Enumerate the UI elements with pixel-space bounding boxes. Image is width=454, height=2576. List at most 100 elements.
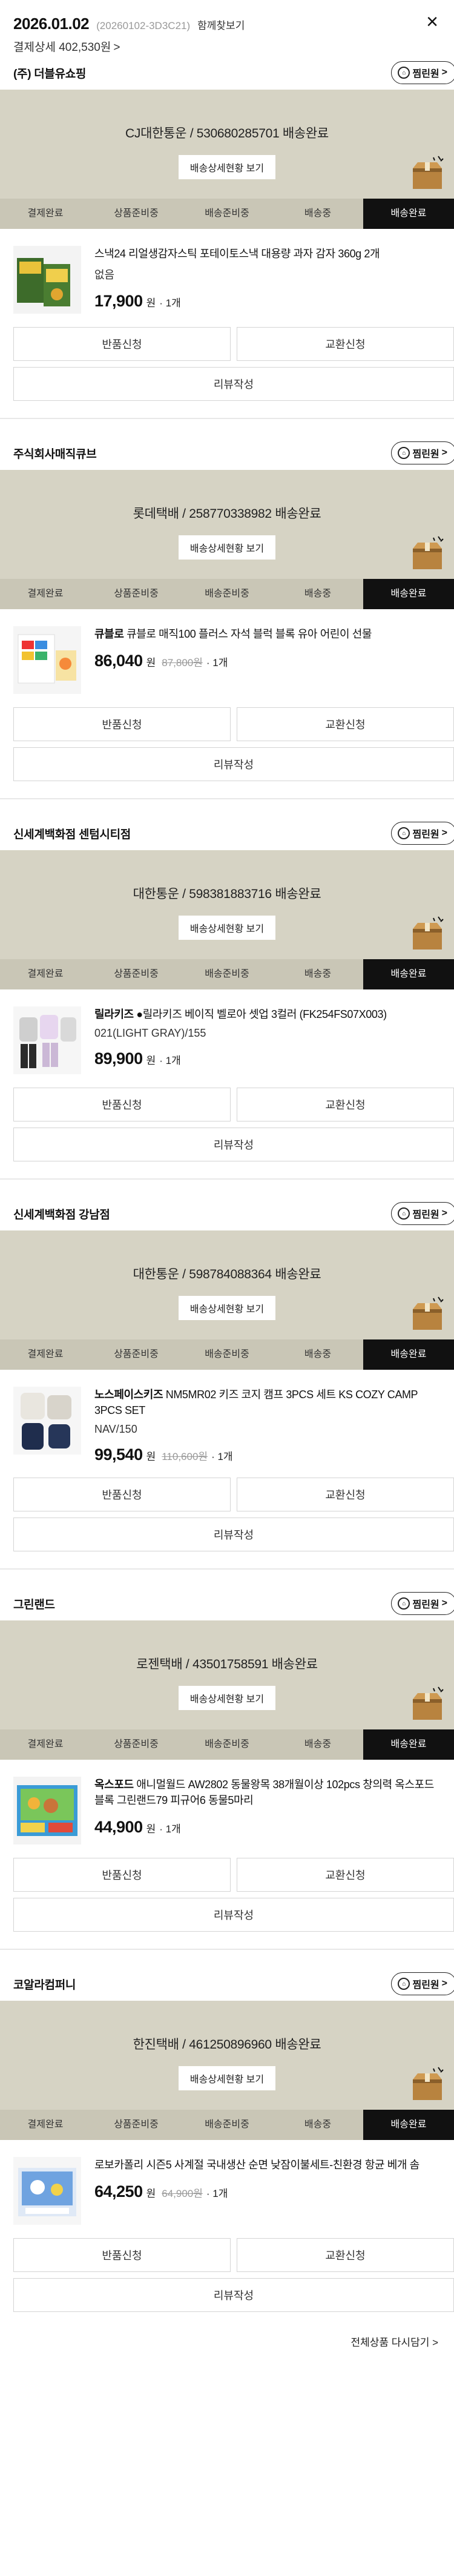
tracking-detail-button[interactable]: 배송상세현황 보기 [179, 916, 275, 940]
shipping-step: 배송중 [304, 589, 332, 599]
product-image[interactable] [13, 1006, 81, 1074]
return-request-button[interactable]: 반품신청 [13, 707, 231, 741]
store-home-button[interactable]: ⌂ 찜린원 > [391, 1592, 454, 1615]
shipping-step: 배송중 [304, 2119, 332, 2130]
shipping-status-box: 로젠택배 / 43501758591 배송완료 배송상세현황 보기 결제완료 상품… [0, 1620, 454, 1760]
shipping-step: 배송준비중 [205, 589, 249, 599]
store-header: 신세계백화점 센텀시티점 ⌂ 찜린원 > [0, 816, 454, 850]
product-title: 큐블로 매직100 플러스 자석 블럭 블록 유아 어린이 선물 [127, 628, 372, 640]
order-number: (20260102-3D3C21) [96, 20, 191, 31]
return-request-button[interactable]: 반품신청 [13, 327, 231, 361]
product-title: ●릴라키즈 베이직 벨로아 셋업 3컬러 (FK254FS07X003) [136, 1008, 387, 1020]
re-add-all-products-link[interactable]: 전체상품 다시담기 > [0, 2329, 454, 2362]
product-item[interactable]: 노스페이스키즈 NM5MR02 키즈 코지 캠프 3PCS 세트 KS COZY… [0, 1370, 454, 1478]
store-section: 그린랜드 ⌂ 찜린원 > 로젠택배 / 43501758591 배송완료 배송상… [0, 1587, 454, 1950]
product-brand: 옥스포드 [94, 1778, 134, 1791]
store-home-icon: ⌂ [398, 447, 410, 459]
product-image[interactable] [13, 2157, 81, 2225]
close-icon[interactable]: × [420, 11, 444, 35]
tracking-detail-button[interactable]: 배송상세현황 보기 [179, 535, 275, 560]
return-request-button[interactable]: 반품신청 [13, 1088, 231, 1121]
product-name: 로보카폴리 시즌5 사계절 국내생산 순면 낮잠이불세트-친환경 항균 베개 솜 [94, 2157, 441, 2173]
store-home-icon: ⌂ [398, 1597, 410, 1610]
product-title: 스낵24 리얼생감자스틱 포테이토스낵 대용량 과자 감자 360g 2개 [94, 248, 380, 260]
chevron-right-icon: > [441, 67, 447, 78]
product-price: 86,040 [94, 652, 143, 670]
exchange-request-button[interactable]: 교환신청 [237, 1478, 454, 1511]
product-quantity: · 1개 [211, 1451, 233, 1462]
store-button-label: 찜린원 [412, 1980, 439, 1990]
price-row: 86,040 원 87,800원 · 1개 [94, 652, 441, 670]
action-row: 반품신청 교환신청 [0, 2238, 454, 2272]
shipping-step: 상품준비중 [114, 208, 159, 219]
write-review-button[interactable]: 리뷰작성 [13, 747, 454, 781]
store-button-label: 찜린원 [412, 830, 439, 840]
store-home-button[interactable]: ⌂ 찜린원 > [391, 1972, 454, 1995]
store-home-button[interactable]: ⌂ 찜린원 > [391, 1202, 454, 1225]
original-price: 87,800원 [162, 657, 203, 669]
product-title: 로보카폴리 시즌5 사계절 국내생산 순면 낮잠이불세트-친환경 항균 베개 솜 [94, 2159, 419, 2171]
store-button-label: 찜린원 [412, 449, 439, 460]
shipping-step: 배송완료 [363, 959, 454, 989]
exchange-request-button[interactable]: 교환신청 [237, 707, 454, 741]
write-review-button[interactable]: 리뷰작성 [13, 1518, 454, 1551]
exchange-request-button[interactable]: 교환신청 [237, 2238, 454, 2272]
payment-detail-link[interactable]: 결제상세 402,530원 > [13, 38, 441, 54]
tracking-detail-button[interactable]: 배송상세현황 보기 [179, 1686, 275, 1710]
store-section: 코알라컴퍼니 ⌂ 찜린원 > 한진택배 / 461250896960 배송완료 … [0, 1967, 454, 2329]
product-item[interactable]: 스낵24 리얼생감자스틱 포테이토스낵 대용량 과자 감자 360g 2개 없음… [0, 229, 454, 327]
store-home-button[interactable]: ⌂ 찜린원 > [391, 822, 454, 845]
tracking-detail-button[interactable]: 배송상세현황 보기 [179, 2066, 275, 2090]
product-image[interactable] [13, 246, 81, 314]
store-home-button[interactable]: ⌂ 찜린원 > [391, 61, 454, 84]
product-item[interactable]: 로보카폴리 시즌5 사계절 국내생산 순면 낮잠이불세트-친환경 항균 베개 솜… [0, 2140, 454, 2238]
write-review-button[interactable]: 리뷰작성 [13, 1898, 454, 1932]
shipping-progress-steps: 결제완료 상품준비중 배송준비중 배송중 배송완료 [0, 2110, 454, 2140]
store-home-icon: ⌂ [398, 1207, 410, 1220]
store-header: 신세계백화점 강남점 ⌂ 찜린원 > [0, 1197, 454, 1230]
shipping-progress-steps: 결제완료 상품준비중 배송준비중 배송중 배송완료 [0, 1339, 454, 1370]
shipping-step: 배송완료 [363, 579, 454, 609]
shipping-step: 상품준비중 [114, 1349, 159, 1359]
exchange-request-button[interactable]: 교환신청 [237, 1088, 454, 1121]
product-item[interactable]: 릴라키즈 ●릴라키즈 베이직 벨로아 셋업 3컬러 (FK254FS07X003… [0, 989, 454, 1088]
chevron-right-icon: > [441, 1978, 447, 1989]
product-option: 021(LIGHT GRAY)/155 [94, 1027, 206, 1039]
store-home-button[interactable]: ⌂ 찜린원 > [391, 441, 454, 464]
product-price: 99,540 [94, 1445, 143, 1464]
shipping-step: 배송중 [304, 1349, 332, 1359]
delivered-box-icon [413, 2067, 444, 2100]
product-image[interactable] [13, 626, 81, 694]
product-name: 릴라키즈 ●릴라키즈 베이직 벨로아 셋업 3컬러 (FK254FS07X003… [94, 1006, 441, 1022]
shipping-step: 배송중 [304, 208, 332, 219]
return-request-button[interactable]: 반품신청 [13, 1478, 231, 1511]
return-request-button[interactable]: 반품신청 [13, 2238, 231, 2272]
view-together-button[interactable]: 함께찾보기 [197, 17, 245, 32]
product-option: NAV/150 [94, 1423, 137, 1435]
payment-detail-text: 결제상세 402,530원 [13, 41, 111, 54]
exchange-request-button[interactable]: 교환신청 [237, 327, 454, 361]
write-review-button[interactable]: 리뷰작성 [13, 2278, 454, 2312]
tracking-detail-button[interactable]: 배송상세현황 보기 [179, 1296, 275, 1320]
return-request-button[interactable]: 반품신청 [13, 1858, 231, 1892]
tracking-detail-button[interactable]: 배송상세현황 보기 [179, 155, 275, 179]
write-review-button[interactable]: 리뷰작성 [13, 367, 454, 401]
shipping-step: 상품준비중 [114, 589, 159, 599]
courier-tracking-text: 대한통운 / 598381883716 배송완료 [133, 887, 321, 901]
product-option: 없음 [94, 269, 115, 281]
store-section: 신세계백화점 강남점 ⌂ 찜린원 > 대한통운 / 598784088364 배… [0, 1197, 454, 1570]
product-quantity: · 1개 [206, 2188, 228, 2199]
currency-unit: 원 [146, 297, 156, 309]
product-image[interactable] [13, 1777, 81, 1844]
write-review-button[interactable]: 리뷰작성 [13, 1128, 454, 1161]
price-row: 99,540 원 110,600원 · 1개 [94, 1445, 441, 1464]
product-item[interactable]: 큐블로 큐블로 매직100 플러스 자석 블럭 블록 유아 어린이 선물 86,… [0, 609, 454, 707]
exchange-request-button[interactable]: 교환신청 [237, 1858, 454, 1892]
product-title: 애니멀월드 AW2802 동물왕목 38개월이상 102pcs 창의력 옥스포드… [94, 1778, 434, 1806]
product-image[interactable] [13, 1387, 81, 1455]
shipping-step: 결제완료 [27, 1349, 64, 1359]
store-header: 코알라컴퍼니 ⌂ 찜린원 > [0, 1967, 454, 2001]
product-price: 89,900 [94, 1049, 143, 1068]
shipping-step: 결제완료 [27, 1739, 64, 1749]
product-item[interactable]: 옥스포드 애니멀월드 AW2802 동물왕목 38개월이상 102pcs 창의력… [0, 1760, 454, 1858]
